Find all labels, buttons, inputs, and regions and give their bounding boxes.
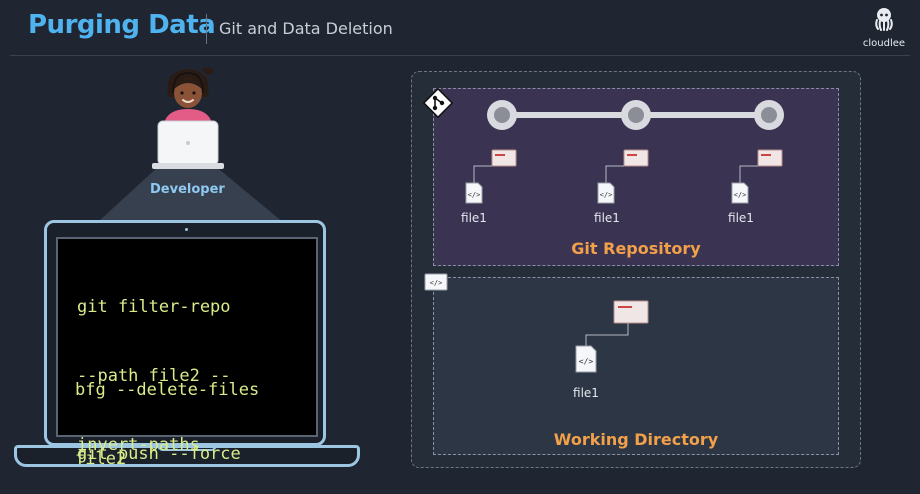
code-window-icon: </> bbox=[424, 273, 448, 291]
code-file-icon: </> bbox=[597, 182, 615, 204]
commit-node bbox=[754, 100, 784, 130]
folder-icon bbox=[491, 149, 517, 167]
code-file-icon: </> bbox=[731, 182, 749, 204]
git-repository-label: Git Repository bbox=[571, 239, 701, 258]
commit-file-label: file1 bbox=[461, 211, 487, 225]
commit-file-label: file1 bbox=[594, 211, 620, 225]
working-file-label: file1 bbox=[573, 386, 599, 400]
commit-file-label: file1 bbox=[728, 211, 754, 225]
svg-text:</>: </> bbox=[579, 357, 594, 366]
folder-icon bbox=[613, 300, 649, 324]
code-file-icon: </> bbox=[465, 182, 483, 204]
git-logo-icon bbox=[422, 87, 454, 119]
svg-text:</>: </> bbox=[468, 191, 481, 199]
commit-node bbox=[621, 100, 651, 130]
folder-icon bbox=[623, 149, 649, 167]
commit-node bbox=[487, 100, 517, 130]
svg-text:</>: </> bbox=[430, 279, 443, 287]
svg-text:</>: </> bbox=[734, 191, 747, 199]
svg-text:</>: </> bbox=[600, 191, 613, 199]
code-file-icon: </> bbox=[575, 345, 597, 373]
working-directory-label: Working Directory bbox=[553, 430, 719, 449]
folder-icon bbox=[757, 149, 783, 167]
